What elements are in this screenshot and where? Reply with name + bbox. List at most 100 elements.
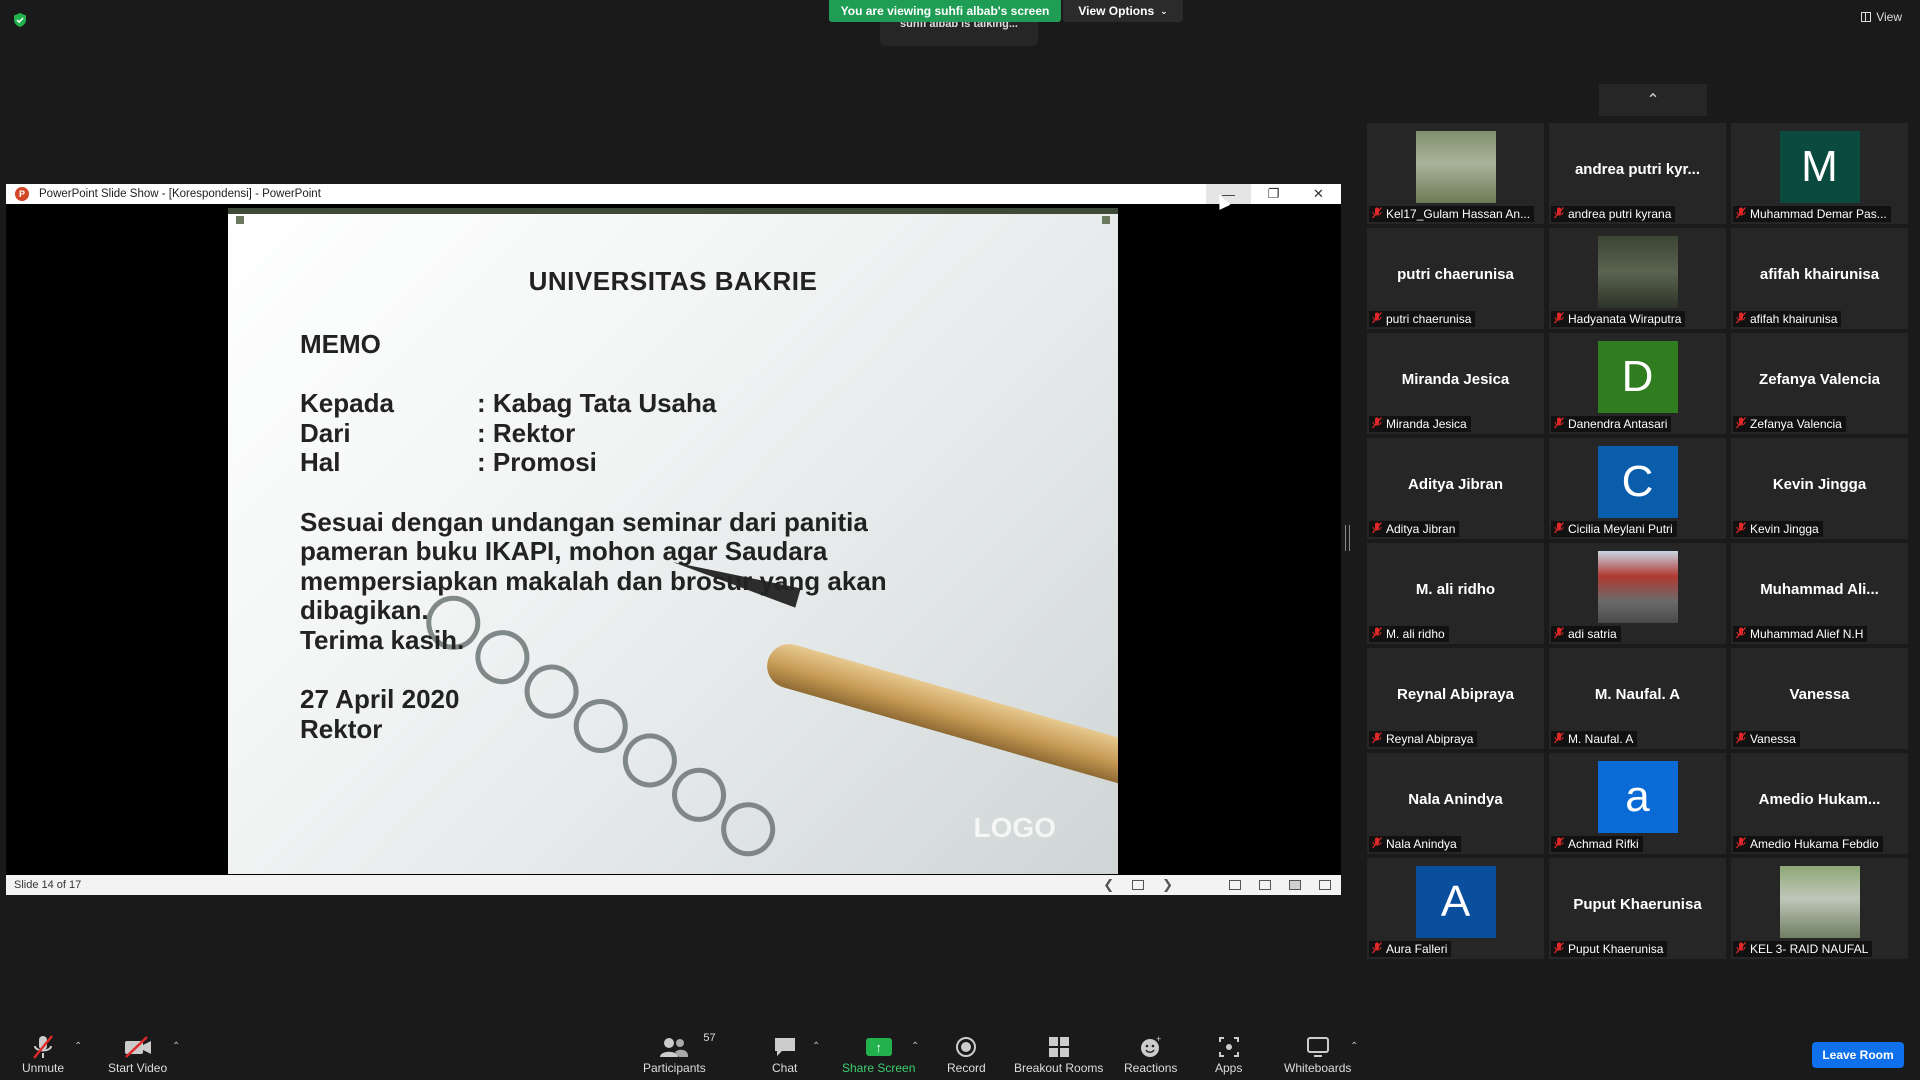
participant-tile[interactable]: Vanessa Vanessa bbox=[1731, 648, 1908, 749]
previous-slide-icon[interactable]: ❮ bbox=[1103, 877, 1114, 893]
participant-tile[interactable]: Aditya Jibran Aditya Jibran bbox=[1367, 438, 1544, 539]
share-screen-label: Share Screen bbox=[842, 1061, 916, 1075]
chevron-down-icon: ⌄ bbox=[1160, 5, 1168, 16]
chat-button[interactable]: Chat bbox=[772, 1033, 797, 1075]
participant-tile[interactable]: C Cicilia Meylani Putri bbox=[1549, 438, 1726, 539]
participant-name-caption: M. Naufal. A bbox=[1551, 731, 1638, 747]
memo-heading: MEMO bbox=[300, 329, 381, 359]
restore-icon: ❐ bbox=[1267, 186, 1280, 201]
participant-tile[interactable]: Zefanya Valencia Zefanya Valencia bbox=[1731, 333, 1908, 434]
participant-tile[interactable]: A Aura Falleri bbox=[1367, 858, 1544, 959]
participant-tile[interactable]: Nala Anindya Nala Anindya bbox=[1367, 753, 1544, 854]
muted-mic-icon bbox=[1736, 941, 1746, 957]
security-shield-icon[interactable] bbox=[12, 12, 28, 28]
participant-name-caption: Miranda Jesica bbox=[1369, 416, 1471, 432]
reading-view-icon[interactable] bbox=[1289, 880, 1301, 890]
participant-tile[interactable]: Miranda Jesica Miranda Jesica bbox=[1367, 333, 1544, 434]
participant-display-name: putri chaerunisa bbox=[1397, 266, 1514, 283]
muted-mic-icon bbox=[1372, 731, 1382, 747]
start-video-button[interactable]: Start Video bbox=[108, 1033, 167, 1075]
view-options-button[interactable]: View Options ⌄ bbox=[1063, 0, 1183, 22]
participant-tile[interactable]: Amedio Hukam... Amedio Hukama Febdio bbox=[1731, 753, 1908, 854]
apps-icon bbox=[1218, 1033, 1240, 1061]
participant-tile[interactable]: M. Naufal. A M. Naufal. A bbox=[1549, 648, 1726, 749]
participants-button[interactable]: 57 Participants bbox=[643, 1032, 716, 1075]
slide-menu-icon[interactable] bbox=[1132, 880, 1145, 890]
participant-display-name: Kevin Jingga bbox=[1772, 476, 1867, 493]
leave-room-button[interactable]: Leave Room bbox=[1812, 1042, 1904, 1068]
muted-mic-icon bbox=[1736, 206, 1746, 222]
restore-button[interactable]: ❐ bbox=[1251, 184, 1296, 204]
memo-date: 27 April 2020 bbox=[300, 684, 460, 715]
share-options-caret[interactable]: ⌃ bbox=[911, 1041, 919, 1052]
participant-display-name: andrea putri kyr... bbox=[1574, 161, 1701, 178]
participant-caption-text: Aditya Jibran bbox=[1386, 522, 1456, 536]
participant-tile[interactable]: afifah khairunisa afifah khairunisa bbox=[1731, 228, 1908, 329]
participant-tile[interactable]: putri chaerunisa putri chaerunisa bbox=[1367, 228, 1544, 329]
participant-profile-photo bbox=[1597, 551, 1678, 623]
video-options-caret[interactable]: ⌃ bbox=[172, 1041, 180, 1052]
audio-options-caret[interactable]: ⌃ bbox=[74, 1041, 82, 1052]
participant-name-caption: adi satria bbox=[1551, 626, 1621, 642]
participant-tile[interactable]: Muhammad Ali... Muhammad Alief N.H bbox=[1731, 543, 1908, 644]
participant-caption-text: Vanessa bbox=[1750, 732, 1796, 746]
participant-caption-text: Danendra Antasari bbox=[1568, 417, 1668, 431]
muted-mic-icon bbox=[1554, 731, 1564, 747]
participant-caption-text: Kevin Jingga bbox=[1750, 522, 1819, 536]
view-layout-button[interactable]: View bbox=[1861, 10, 1902, 24]
participants-count: 57 bbox=[703, 1032, 716, 1044]
gallery-scroll-up-button[interactable]: ⌃ bbox=[1599, 84, 1707, 116]
participant-display-name: Reynal Abipraya bbox=[1397, 686, 1514, 703]
panel-resize-handle[interactable] bbox=[1345, 525, 1350, 551]
participant-name-caption: afifah khairunisa bbox=[1733, 311, 1842, 327]
participant-tile[interactable]: M Muhammad Demar Pas... bbox=[1731, 123, 1908, 224]
participant-tile[interactable]: adi satria bbox=[1549, 543, 1726, 644]
participant-avatar: M bbox=[1779, 131, 1860, 203]
participant-tile[interactable]: Kel17_Gulam Hassan An... bbox=[1367, 123, 1544, 224]
participant-display-name: Vanessa bbox=[1789, 686, 1850, 703]
participant-tile[interactable]: M. ali ridho M. ali ridho bbox=[1367, 543, 1544, 644]
participant-name-caption: Cicilia Meylani Putri bbox=[1551, 521, 1677, 537]
participant-tile[interactable]: D Danendra Antasari bbox=[1549, 333, 1726, 434]
dari-label: Dari bbox=[300, 417, 351, 448]
whiteboard-options-caret[interactable]: ⌃ bbox=[1350, 1041, 1358, 1052]
unmute-button[interactable]: Unmute bbox=[22, 1033, 64, 1075]
chat-options-caret[interactable]: ⌃ bbox=[812, 1041, 820, 1052]
participant-avatar: a bbox=[1597, 761, 1678, 833]
participant-caption-text: putri chaerunisa bbox=[1386, 312, 1472, 326]
slide-sorter-icon[interactable] bbox=[1259, 880, 1271, 890]
muted-mic-icon bbox=[1554, 206, 1564, 222]
whiteboards-label: Whiteboards bbox=[1284, 1061, 1352, 1075]
participant-tile[interactable]: Puput Khaerunisa Puput Khaerunisa bbox=[1549, 858, 1726, 959]
record-button[interactable]: Record bbox=[947, 1033, 986, 1075]
apps-button[interactable]: Apps bbox=[1215, 1033, 1242, 1075]
view-layout-label: View bbox=[1876, 10, 1902, 24]
share-screen-button[interactable]: ↑ Share Screen bbox=[842, 1033, 915, 1075]
participant-tile[interactable]: andrea putri kyr... andrea putri kyrana bbox=[1549, 123, 1726, 224]
whiteboards-button[interactable]: Whiteboards bbox=[1284, 1033, 1351, 1075]
participant-tile[interactable]: Reynal Abipraya Reynal Abipraya bbox=[1367, 648, 1544, 749]
participant-tile[interactable]: a Achmad Rifki bbox=[1549, 753, 1726, 854]
participant-caption-text: Zefanya Valencia bbox=[1750, 417, 1842, 431]
participant-name-caption: Aura Falleri bbox=[1369, 941, 1452, 957]
video-off-icon bbox=[123, 1033, 153, 1061]
participant-caption-text: Reynal Abipraya bbox=[1386, 732, 1474, 746]
participant-caption-text: KEL 3- RAID NAUFAL bbox=[1750, 942, 1869, 956]
participant-tile[interactable]: Kevin Jingga Kevin Jingga bbox=[1731, 438, 1908, 539]
next-slide-icon[interactable]: ❯ bbox=[1162, 877, 1173, 893]
reactions-button[interactable]: + Reactions bbox=[1124, 1033, 1177, 1075]
participant-name-caption: Muhammad Demar Pas... bbox=[1733, 206, 1891, 222]
breakout-rooms-button[interactable]: Breakout Rooms bbox=[1014, 1033, 1103, 1075]
hal-value: : Promosi bbox=[477, 447, 597, 478]
participant-tile[interactable]: Hadyanata Wiraputra bbox=[1549, 228, 1726, 329]
normal-view-icon[interactable] bbox=[1229, 880, 1241, 890]
participant-tile[interactable]: KEL 3- RAID NAUFAL bbox=[1731, 858, 1908, 959]
participant-display-name: M. ali ridho bbox=[1415, 581, 1496, 598]
chevron-up-icon: ⌃ bbox=[1646, 92, 1660, 109]
close-button[interactable]: ✕ bbox=[1296, 184, 1341, 204]
muted-mic-icon bbox=[1736, 521, 1746, 537]
slideshow-view-icon[interactable] bbox=[1319, 880, 1331, 890]
muted-mic-icon bbox=[1372, 416, 1382, 432]
slide-canvas: UNIVERSITAS BAKRIE MEMO Kepada: Kabag Ta… bbox=[228, 208, 1118, 874]
participant-name-caption: andrea putri kyrana bbox=[1551, 206, 1676, 222]
